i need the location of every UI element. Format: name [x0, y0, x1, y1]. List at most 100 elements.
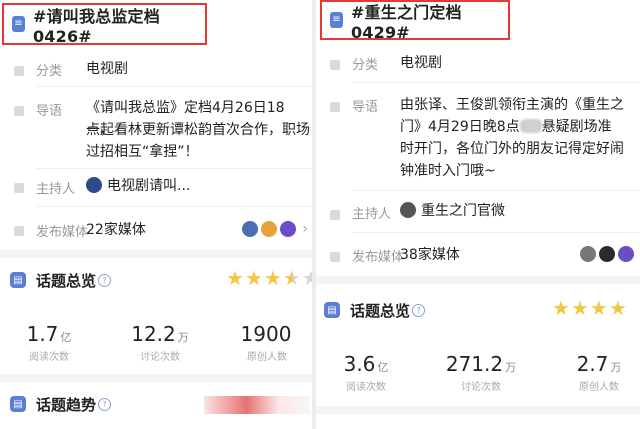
host-icon [330, 210, 340, 220]
stat-unit: 亿 [377, 361, 389, 374]
topic-title-box: ≡ #请叫我总监定档0426# [2, 3, 207, 46]
question-icon[interactable]: ? [412, 304, 425, 317]
stat-label: 阅读次数 [29, 352, 69, 363]
stat-label: 讨论次数 [140, 352, 180, 363]
host-name: 电视剧请叫... [107, 178, 191, 194]
host-label: 主持人 [352, 207, 392, 222]
stat-discussions: 271.2 万 讨论次数 [436, 352, 526, 393]
category-value: 电视剧 [86, 61, 128, 77]
stat-reads: 3.6 亿 阅读次数 [328, 352, 404, 393]
divider [36, 86, 312, 87]
stat-unit: 万 [177, 331, 189, 344]
intro-label: 导语 [36, 104, 63, 119]
media-count: 22家媒体 [86, 222, 146, 238]
intro-line: 过招相互“拿捏”！ [86, 144, 199, 160]
intro-line: 时开门，各位门外的朋友记得定好闹 [400, 141, 624, 157]
star-icon: ★ [570, 296, 590, 320]
star-icon: ★ [301, 266, 312, 290]
intro-label: 导语 [352, 100, 379, 115]
stat-unit: 亿 [60, 331, 72, 344]
category-icon [14, 66, 24, 76]
category-label: 分类 [352, 58, 379, 73]
intro-icon [330, 102, 340, 112]
media-avatar [242, 221, 259, 237]
stat-originals: 1900 原创人数 [232, 322, 302, 363]
question-icon[interactable]: ? [98, 274, 111, 287]
media-avatar [599, 246, 615, 262]
stat-number: 3.6 [343, 352, 376, 376]
stat-number: 271.2 [445, 352, 504, 376]
stat-label: 阅读次数 [346, 382, 386, 393]
star-icon: ★ [263, 266, 283, 290]
divider [36, 168, 312, 169]
blurred-text [519, 119, 542, 133]
chart-icon: ▤ [324, 302, 340, 318]
stat-label: 讨论次数 [461, 382, 501, 393]
media-avatar [618, 246, 634, 262]
category-value: 电视剧 [400, 55, 442, 71]
media-count: 38家媒体 [400, 247, 460, 263]
divider [352, 82, 640, 83]
media-avatar [580, 246, 596, 262]
star-icon: ★ [552, 296, 571, 320]
intro-text: 门》4月29日晚8点 [400, 119, 520, 135]
divider [352, 190, 640, 191]
category-icon [330, 60, 340, 70]
stat-unit: 万 [610, 361, 622, 374]
stat-label: 原创人数 [579, 382, 619, 393]
rating-stars: ★★★★★ [226, 266, 312, 290]
intro-line: 由张译、王俊凯领衔主演的《重生之 [400, 97, 624, 113]
stat-discussions: 12.2 万 讨论次数 [120, 322, 200, 363]
media-icon [14, 226, 24, 236]
stat-unit: 万 [505, 361, 517, 374]
host-link[interactable]: 电视剧请叫... [86, 175, 190, 197]
note-icon: ≡ [12, 16, 25, 32]
section-gap [316, 406, 640, 414]
host-label: 主持人 [36, 182, 76, 197]
right-topic-panel: ≡ #重生之门定档0429# 分类 电视剧 导语 由张译、王俊凯领衔主演的《重生… [316, 0, 640, 429]
host-icon [14, 183, 24, 193]
host-link[interactable]: 重生之门官微 [400, 200, 505, 222]
host-name: 重生之门官微 [421, 203, 505, 219]
media-avatar [261, 221, 278, 237]
section-gap [0, 374, 312, 382]
stat-number: 12.2 [131, 322, 176, 346]
overview-title: 话题总览 [350, 302, 411, 320]
chart-icon: ▤ [10, 396, 26, 412]
rating-stars: ★★★★ [552, 296, 628, 320]
left-topic-panel: ≡ #请叫我总监定档0426# 分类 电视剧 导语 《请叫我总监》定档4月26日… [0, 0, 312, 429]
media-list[interactable]: › [239, 221, 308, 237]
section-gap [316, 276, 640, 284]
media-label: 发布媒体 [352, 250, 405, 265]
divider [36, 206, 312, 207]
intro-line: 门》4月29日晚8点 悬疑剧场准 [400, 116, 612, 138]
intro-line: 钟准时入门哦~ [400, 163, 496, 179]
trend-title: 话题趋势 [36, 396, 97, 414]
stat-number: 1900 [240, 322, 292, 346]
intro-text: 悬疑剧场准 [541, 119, 612, 135]
topic-title: #重生之门定档0429# [350, 2, 462, 42]
stat-number: 1.7 [26, 322, 59, 346]
question-icon[interactable]: ? [98, 398, 111, 411]
category-label: 分类 [36, 64, 63, 79]
chart-icon: ▤ [10, 272, 26, 288]
star-icon: ★ [244, 266, 264, 290]
stat-number: 2.7 [576, 352, 609, 376]
stat-reads: 1.7 亿 阅读次数 [14, 322, 84, 363]
star-icon: ★ [589, 296, 609, 320]
star-icon: ★ [608, 296, 628, 320]
star-icon: ★ [226, 266, 245, 290]
star-icon: ★ [282, 266, 302, 290]
divider [352, 232, 640, 233]
intro-icon [14, 106, 24, 116]
stat-label: 原创人数 [247, 352, 287, 363]
media-icon [330, 252, 340, 262]
note-icon: ≡ [330, 12, 343, 28]
media-list[interactable] [577, 246, 634, 262]
trend-sparkline [204, 396, 310, 414]
overview-title: 话题总览 [36, 272, 97, 290]
chevron-right-icon: › [302, 221, 308, 237]
topic-title: #请叫我总监定档0426# [32, 6, 160, 46]
avatar [86, 177, 102, 193]
stat-originals: 2.7 万 原创人数 [562, 352, 636, 393]
